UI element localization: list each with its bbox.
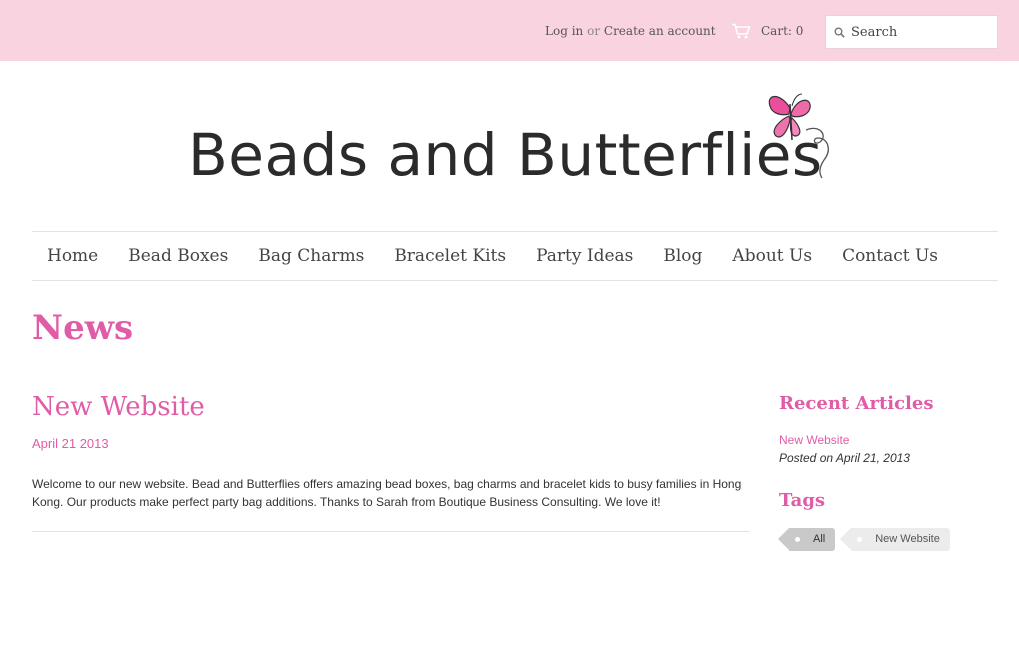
- tag-list: All New Website: [777, 528, 956, 551]
- cart-label: Cart: 0: [761, 24, 804, 38]
- article-divider: [32, 531, 750, 532]
- tag-all[interactable]: All: [777, 528, 836, 551]
- nav-item-about-us[interactable]: About Us: [732, 246, 812, 266]
- nav-item-party-ideas[interactable]: Party Ideas: [536, 246, 633, 266]
- login-link[interactable]: Log in: [545, 24, 583, 38]
- tag-new-website[interactable]: New Website: [840, 528, 950, 551]
- top-bar: Log in or Create an account Cart: 0: [0, 0, 1019, 61]
- nav-item-blog[interactable]: Blog: [663, 246, 702, 266]
- search-input[interactable]: [851, 24, 991, 40]
- nav-item-bead-boxes[interactable]: Bead Boxes: [128, 246, 228, 266]
- nav-item-bracelet-kits[interactable]: Bracelet Kits: [394, 246, 506, 266]
- site-logo[interactable]: Beads and Butterflies: [188, 88, 858, 198]
- account-links: Log in or Create an account: [545, 24, 716, 38]
- logo-text: Beads and Butterflies: [188, 121, 823, 189]
- recent-articles-heading: Recent Articles: [779, 393, 934, 414]
- nav-item-home[interactable]: Home: [47, 246, 98, 266]
- cart-icon: [732, 23, 751, 39]
- main-nav: Home Bead Boxes Bag Charms Bracelet Kits…: [32, 231, 998, 281]
- recent-article-link[interactable]: New Website: [779, 433, 849, 447]
- article-body: Welcome to our new website. Bead and But…: [32, 477, 742, 509]
- search-box[interactable]: [825, 15, 998, 49]
- create-account-link[interactable]: Create an account: [604, 24, 716, 38]
- or-text: or: [587, 24, 601, 38]
- nav-item-contact-us[interactable]: Contact Us: [842, 246, 938, 266]
- cart-link[interactable]: Cart: 0: [731, 21, 803, 41]
- recent-article-meta: Posted on April 21, 2013: [779, 451, 910, 465]
- nav-item-bag-charms[interactable]: Bag Charms: [258, 246, 364, 266]
- article-date: April 21 2013: [32, 436, 109, 451]
- tags-heading: Tags: [779, 490, 826, 511]
- article-title-link[interactable]: New Website: [32, 392, 205, 422]
- butterfly-icon: [768, 93, 829, 179]
- page-title: News: [32, 308, 134, 348]
- search-icon: [834, 27, 845, 38]
